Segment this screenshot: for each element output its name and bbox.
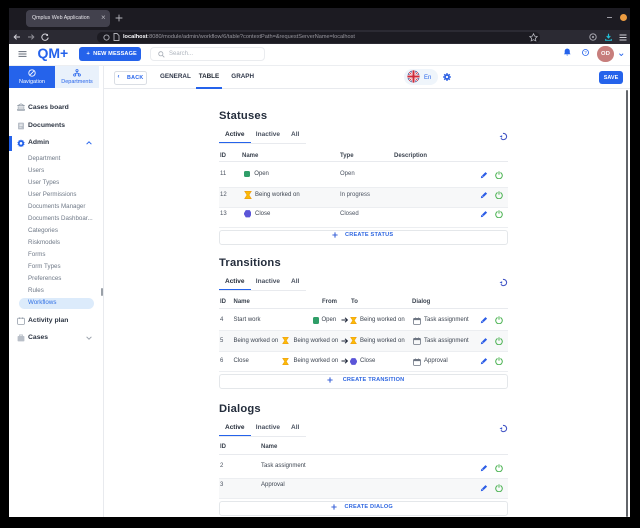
svg-text:?: ? (584, 50, 587, 55)
